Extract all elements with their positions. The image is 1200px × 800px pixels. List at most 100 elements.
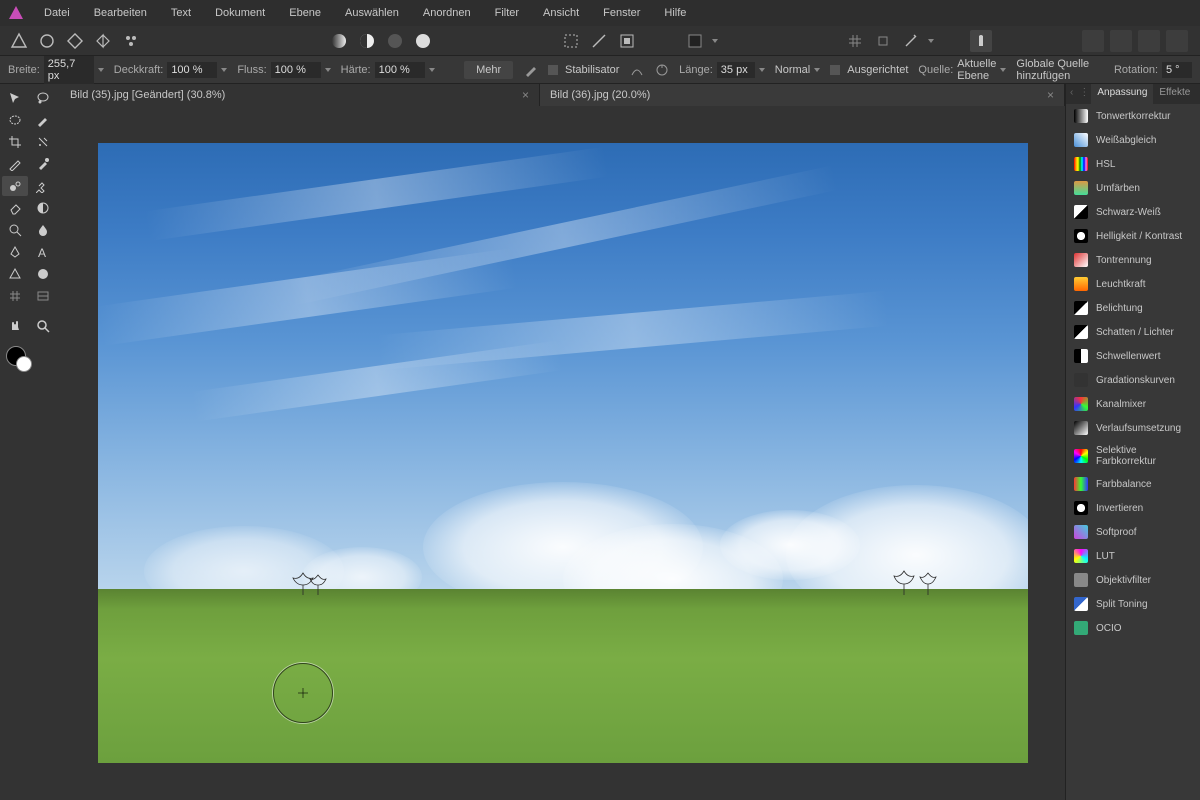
fill-tool-icon[interactable] bbox=[30, 198, 56, 218]
menu-datei[interactable]: Datei bbox=[34, 3, 80, 23]
panel-tab-anpassung[interactable]: Anpassung bbox=[1091, 84, 1153, 104]
canvas-viewport[interactable] bbox=[60, 106, 1065, 800]
ellipse-select-icon[interactable] bbox=[2, 110, 28, 130]
blur-tool-icon[interactable] bbox=[30, 220, 56, 240]
snap-icon[interactable] bbox=[872, 30, 894, 52]
gradient-circle-icon[interactable] bbox=[328, 30, 350, 52]
adjustment-item[interactable]: Tonwertkorrektur bbox=[1066, 104, 1200, 128]
close-icon[interactable]: × bbox=[522, 88, 529, 102]
chevron-down-icon[interactable] bbox=[98, 68, 104, 72]
adjustment-item[interactable]: Invertieren bbox=[1066, 496, 1200, 520]
rotation-input[interactable]: 5 ° bbox=[1162, 62, 1192, 78]
circle-shape-icon[interactable] bbox=[30, 264, 56, 284]
move-tool-icon[interactable] bbox=[2, 88, 28, 108]
adjustment-item[interactable]: Schwellenwert bbox=[1066, 344, 1200, 368]
clone-tool-icon[interactable] bbox=[2, 176, 28, 196]
table-tool-icon[interactable] bbox=[30, 286, 56, 306]
quelle-select[interactable]: Aktuelle Ebene bbox=[957, 58, 996, 82]
line-icon[interactable] bbox=[588, 30, 610, 52]
crop-tool-icon[interactable] bbox=[2, 132, 28, 152]
adjustment-item[interactable]: OCIO bbox=[1066, 616, 1200, 640]
persona-develop-icon[interactable] bbox=[64, 30, 86, 52]
adjustment-item[interactable]: Kanalmixer bbox=[1066, 392, 1200, 416]
persona-liquify-icon[interactable] bbox=[36, 30, 58, 52]
adjustment-item[interactable]: Softproof bbox=[1066, 520, 1200, 544]
mehr-button[interactable]: Mehr bbox=[464, 61, 513, 79]
zoom-tool-icon[interactable] bbox=[30, 316, 56, 336]
quick-mask-icon[interactable] bbox=[616, 30, 638, 52]
chevron-down-icon[interactable] bbox=[1000, 68, 1006, 72]
rope-icon[interactable] bbox=[629, 59, 644, 81]
half-circle-icon[interactable] bbox=[356, 30, 378, 52]
dodge-tool-icon[interactable] bbox=[2, 220, 28, 240]
doc-tab-1[interactable]: Bild (35).jpg [Geändert] (30.8%) × bbox=[60, 84, 540, 106]
breite-input[interactable]: 255,7 px bbox=[44, 56, 94, 84]
adjustment-item[interactable]: Objektivfilter bbox=[1066, 568, 1200, 592]
dark-circle-icon[interactable] bbox=[384, 30, 406, 52]
window-btn-4[interactable] bbox=[1166, 30, 1188, 52]
brush-pref-icon[interactable] bbox=[523, 59, 538, 81]
adjustment-item[interactable]: Helligkeit / Kontrast bbox=[1066, 224, 1200, 248]
marquee-icon[interactable] bbox=[560, 30, 582, 52]
shape-tool-icon[interactable] bbox=[2, 264, 28, 284]
globale-quelle-button[interactable]: Globale Quelle hinzufügen bbox=[1016, 58, 1104, 82]
adjustment-item[interactable]: Weißabgleich bbox=[1066, 128, 1200, 152]
assistant-icon[interactable] bbox=[970, 30, 992, 52]
close-icon[interactable]: × bbox=[1047, 88, 1054, 102]
adjustment-item[interactable]: Gradationskurven bbox=[1066, 368, 1200, 392]
panel-tab-effekte[interactable]: Effekte bbox=[1153, 84, 1196, 104]
persona-tone-icon[interactable] bbox=[92, 30, 114, 52]
adjustment-item[interactable]: Schatten / Lichter bbox=[1066, 320, 1200, 344]
blend-mode-select[interactable]: Normal bbox=[775, 64, 810, 76]
light-circle-icon[interactable] bbox=[412, 30, 434, 52]
mesh-tool-icon[interactable] bbox=[2, 286, 28, 306]
menu-fenster[interactable]: Fenster bbox=[593, 3, 650, 23]
menu-ebene[interactable]: Ebene bbox=[279, 3, 331, 23]
grid-icon[interactable] bbox=[844, 30, 866, 52]
fluss-input[interactable]: 100 % bbox=[271, 62, 321, 78]
color-swatch[interactable] bbox=[2, 344, 58, 374]
chevron-down-icon[interactable] bbox=[712, 39, 718, 43]
brush-tool-icon[interactable] bbox=[30, 110, 56, 130]
window-btn-1[interactable] bbox=[1082, 30, 1104, 52]
deckkraft-input[interactable]: 100 % bbox=[167, 62, 217, 78]
adjustment-item[interactable]: Split Toning bbox=[1066, 592, 1200, 616]
chevron-down-icon[interactable] bbox=[928, 39, 934, 43]
panel-tab-stile[interactable]: Stile bbox=[1196, 84, 1200, 104]
menu-hilfe[interactable]: Hilfe bbox=[654, 3, 696, 23]
adjustment-item[interactable]: Belichtung bbox=[1066, 296, 1200, 320]
eraser-tool-icon[interactable] bbox=[2, 198, 28, 218]
chevron-down-icon[interactable] bbox=[429, 68, 435, 72]
text-tool-icon[interactable]: A bbox=[30, 242, 56, 262]
panel-collapse-icon[interactable]: ‹ bbox=[1066, 84, 1077, 104]
chevron-down-icon[interactable] bbox=[325, 68, 331, 72]
menu-filter[interactable]: Filter bbox=[485, 3, 529, 23]
chevron-down-icon[interactable] bbox=[759, 68, 765, 72]
chevron-down-icon[interactable] bbox=[814, 68, 820, 72]
background-color-icon[interactable] bbox=[16, 356, 32, 372]
adjustment-item[interactable]: Leuchtkraft bbox=[1066, 272, 1200, 296]
window-btn-2[interactable] bbox=[1110, 30, 1132, 52]
chevron-down-icon[interactable] bbox=[221, 68, 227, 72]
menu-ansicht[interactable]: Ansicht bbox=[533, 3, 589, 23]
window-stab-icon[interactable] bbox=[654, 59, 669, 81]
menu-anordnen[interactable]: Anordnen bbox=[413, 3, 481, 23]
flood-select-icon[interactable] bbox=[30, 132, 56, 152]
persona-photo-icon[interactable] bbox=[8, 30, 30, 52]
heal-tool-icon[interactable] bbox=[30, 176, 56, 196]
menu-text[interactable]: Text bbox=[161, 3, 201, 23]
adjustment-item[interactable]: Selektive Farbkorrektur bbox=[1066, 440, 1200, 472]
lasso-tool-icon[interactable] bbox=[30, 88, 56, 108]
persona-export-icon[interactable] bbox=[120, 30, 142, 52]
menu-bearbeiten[interactable]: Bearbeiten bbox=[84, 3, 157, 23]
adjustment-item[interactable]: Umfärben bbox=[1066, 176, 1200, 200]
window-btn-3[interactable] bbox=[1138, 30, 1160, 52]
stabilisator-check[interactable] bbox=[548, 65, 558, 75]
menu-auswaehlen[interactable]: Auswählen bbox=[335, 3, 409, 23]
laenge-input[interactable]: 35 px bbox=[717, 62, 755, 78]
haerte-input[interactable]: 100 % bbox=[375, 62, 425, 78]
pencil-tool-icon[interactable] bbox=[2, 154, 28, 174]
paint-brush-icon[interactable] bbox=[30, 154, 56, 174]
wand-icon[interactable] bbox=[900, 30, 922, 52]
swatch-icon[interactable] bbox=[684, 30, 706, 52]
